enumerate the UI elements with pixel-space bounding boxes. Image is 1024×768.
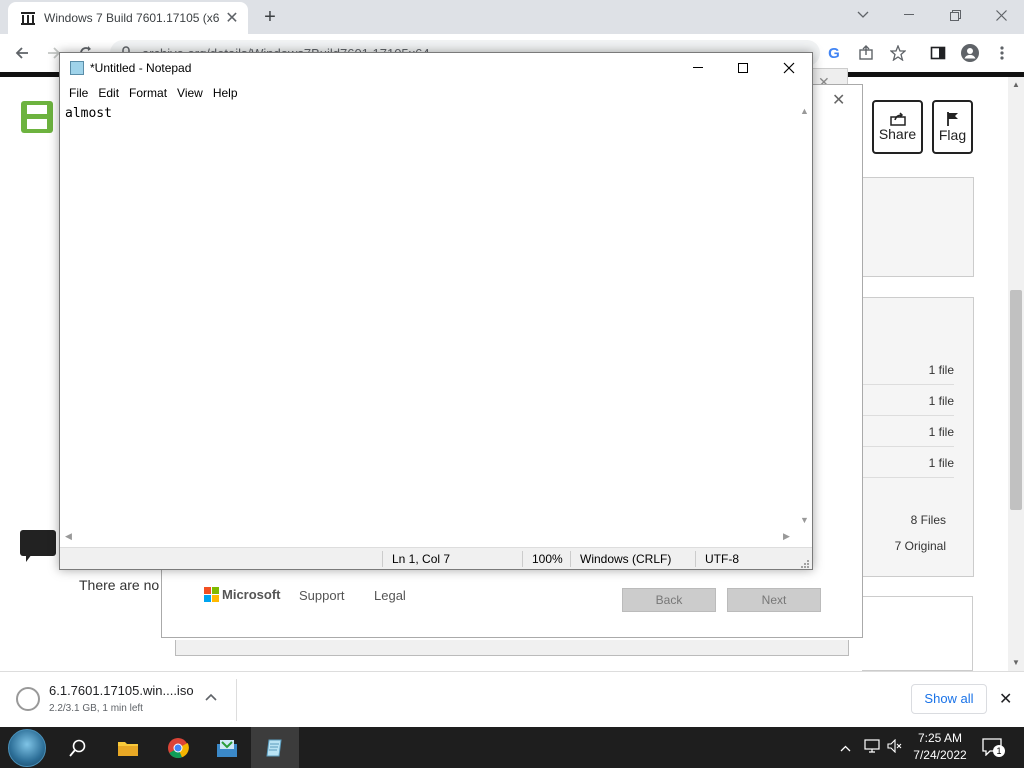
- more-menu-icon[interactable]: [988, 39, 1016, 67]
- original-total-text: 7 Original: [894, 539, 946, 553]
- show-all-button[interactable]: Show all: [911, 684, 987, 714]
- share-icon: [889, 112, 906, 126]
- menu-edit[interactable]: Edit: [93, 83, 124, 103]
- resize-grip-icon[interactable]: [800, 559, 810, 569]
- microsoft-brand-text: Microsoft: [222, 587, 281, 602]
- system-tray: [836, 727, 906, 768]
- chevron-up-icon[interactable]: [205, 690, 217, 704]
- notepad-close-button[interactable]: [766, 53, 812, 83]
- new-tab-button[interactable]: +: [258, 5, 282, 29]
- favorite-save-icon[interactable]: [21, 101, 53, 133]
- notepad-maximize-button[interactable]: [720, 53, 766, 83]
- notepad-app-icon: [70, 61, 84, 75]
- notepad-horizontal-scrollbar[interactable]: ◀ ▶: [60, 528, 797, 545]
- scroll-left-arrow-icon[interactable]: ◀: [65, 531, 72, 542]
- file-count-row[interactable]: 1 file: [862, 416, 954, 447]
- flag-label: Flag: [938, 127, 967, 143]
- related-panel: [862, 596, 973, 671]
- file-count-row[interactable]: 1 file: [862, 385, 954, 416]
- file-count-row[interactable]: 1 file: [862, 447, 954, 478]
- download-shelf: [0, 671, 1024, 727]
- scroll-down-icon[interactable]: ▼: [1012, 658, 1020, 667]
- notepad-window: *Untitled - Notepad File Edit Format Vie…: [59, 52, 813, 570]
- setup-icon[interactable]: [203, 727, 251, 768]
- back-button[interactable]: Back: [622, 588, 716, 612]
- notepad-minimize-button[interactable]: [675, 53, 721, 83]
- menu-format[interactable]: Format: [124, 83, 172, 103]
- clock-date: 7/24/2022: [913, 748, 967, 762]
- chrome-icon[interactable]: [154, 727, 202, 768]
- profile-avatar-icon[interactable]: [956, 39, 984, 67]
- scroll-up-icon[interactable]: ▲: [1012, 80, 1020, 89]
- setup-close-icon[interactable]: ✕: [832, 90, 845, 110]
- tray-overflow-chevron-icon[interactable]: [836, 741, 854, 755]
- flag-icon: [946, 112, 958, 126]
- notepad-content[interactable]: almost: [65, 106, 112, 121]
- notepad-statusbar: Ln 1, Col 7 100% Windows (CRLF) UTF-8: [60, 547, 812, 569]
- back-arrow-icon[interactable]: [8, 39, 36, 67]
- side-panel-icon[interactable]: [924, 39, 952, 67]
- microsoft-logo-icon: [204, 587, 219, 602]
- close-download-shelf-icon[interactable]: ✕: [999, 689, 1012, 709]
- setup-dialog-shadow: [175, 640, 849, 656]
- notepad-title: *Untitled - Notepad: [90, 61, 192, 75]
- search-icon[interactable]: [54, 727, 102, 768]
- volume-muted-icon[interactable]: [884, 738, 906, 756]
- page-scrollbar-thumb[interactable]: [1010, 290, 1022, 510]
- share-label: Share: [878, 126, 917, 142]
- google-lens-icon[interactable]: G: [820, 39, 848, 67]
- encoding: UTF-8: [695, 551, 795, 567]
- next-button[interactable]: Next: [727, 588, 821, 612]
- scroll-down-arrow-icon[interactable]: ▼: [800, 515, 809, 525]
- notepad-menubar: File Edit Format View Help: [60, 83, 812, 103]
- legal-link[interactable]: Legal: [374, 588, 406, 603]
- file-explorer-icon[interactable]: [104, 727, 152, 768]
- close-browser-button[interactable]: [978, 0, 1024, 30]
- file-count-row[interactable]: 1 file: [862, 354, 954, 385]
- zoom-level: 100%: [522, 551, 570, 567]
- notepad-text-area[interactable]: [60, 103, 812, 547]
- cursor-position: Ln 1, Col 7: [382, 551, 522, 567]
- share-button[interactable]: Share: [872, 100, 923, 154]
- notification-center-icon[interactable]: 1: [982, 738, 1006, 758]
- browser-tab[interactable]: Windows 7 Build 7601.17105 (x6 ✕: [8, 2, 248, 34]
- info-panel: [862, 177, 974, 277]
- menu-help[interactable]: Help: [208, 83, 243, 103]
- download-separator: [236, 679, 237, 721]
- menu-file[interactable]: File: [64, 83, 93, 103]
- archive-favicon-icon: [21, 12, 35, 25]
- minimize-browser-button[interactable]: [886, 0, 932, 30]
- tab-title: Windows 7 Build 7601.17105 (x6: [44, 11, 220, 25]
- download-filename[interactable]: 6.1.7601.17105.win....iso: [49, 683, 194, 698]
- taskbar-clock[interactable]: 7:25 AM 7/24/2022: [908, 730, 972, 764]
- network-icon[interactable]: [860, 739, 884, 756]
- support-link[interactable]: Support: [299, 588, 345, 603]
- flag-button[interactable]: Flag: [932, 100, 973, 154]
- notepad-vertical-scrollbar[interactable]: ▲ ▼: [797, 104, 812, 528]
- start-icon[interactable]: [8, 729, 46, 767]
- reviews-empty-text: There are no: [79, 577, 160, 593]
- bookmark-star-icon[interactable]: [884, 39, 912, 67]
- menu-view[interactable]: View: [172, 83, 208, 103]
- clock-time: 7:25 AM: [917, 731, 963, 745]
- notepad-icon[interactable]: [251, 727, 299, 768]
- files-total-link[interactable]: 8 Files: [862, 513, 946, 527]
- share-page-icon[interactable]: [852, 39, 880, 67]
- download-progress-icon: [16, 687, 40, 711]
- tab-close-icon[interactable]: ✕: [224, 8, 240, 28]
- download-progress-text: 2.2/3.1 GB, 1 min left: [49, 703, 143, 714]
- line-ending: Windows (CRLF): [570, 551, 695, 567]
- restore-browser-button[interactable]: [932, 0, 978, 30]
- tab-search-icon[interactable]: [840, 0, 886, 30]
- scroll-up-arrow-icon[interactable]: ▲: [800, 106, 809, 116]
- scroll-right-arrow-icon[interactable]: ▶: [783, 531, 790, 542]
- comment-icon[interactable]: [20, 530, 56, 562]
- notification-count-badge: 1: [993, 745, 1005, 757]
